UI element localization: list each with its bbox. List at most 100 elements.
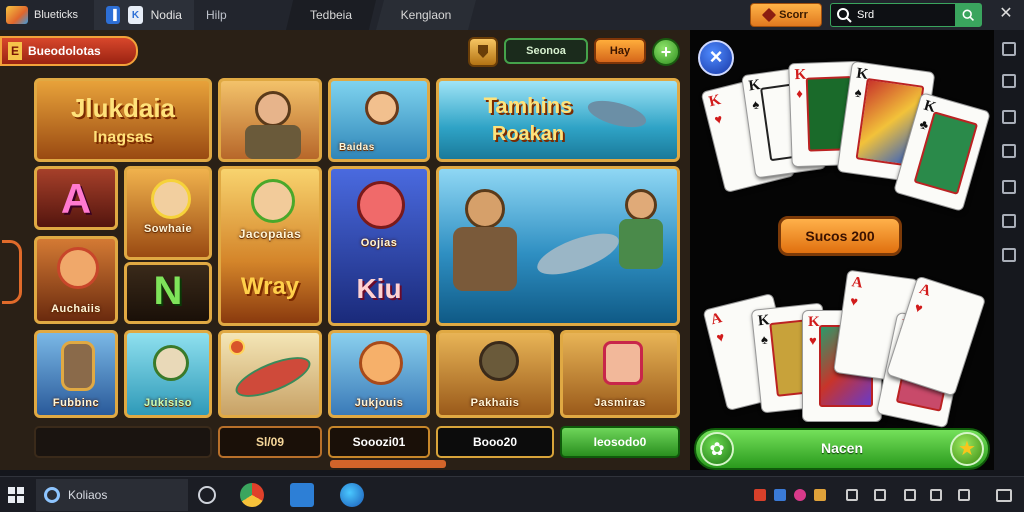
hay-button[interactable]: Hay	[594, 38, 646, 64]
season-button[interactable]: Seonoa	[504, 38, 588, 64]
card-suit: ♥	[712, 111, 724, 128]
taskbar: Koliaos	[0, 476, 1024, 512]
tray-app-icon[interactable]	[754, 489, 766, 501]
search-go-icon	[962, 9, 974, 21]
tab-hilp[interactable]: Hilp	[194, 0, 286, 30]
game-tile-14[interactable]	[218, 330, 322, 418]
game-tile-15[interactable]: Jukjouis	[328, 330, 430, 418]
chrome-icon[interactable]	[240, 483, 264, 507]
bottom-slot-5[interactable]: Ieosodo0	[560, 426, 680, 458]
game-tile-5[interactable]: A	[34, 166, 118, 230]
game-tile-4[interactable]: Tamhins Roakan	[436, 78, 680, 162]
keyboard-icon[interactable]	[1002, 110, 1016, 124]
tray-app-icon[interactable]	[814, 489, 826, 501]
game-tile-9[interactable]	[436, 166, 680, 326]
bottom-slot-4[interactable]: Booo20	[436, 426, 554, 458]
gem-icon	[762, 7, 777, 23]
game-tile-17[interactable]: Jasmiras	[560, 330, 680, 418]
character-art	[153, 345, 189, 381]
menu-e-icon: E	[8, 42, 22, 60]
side-toolbar	[994, 30, 1024, 470]
task-view-icon[interactable]	[198, 486, 216, 504]
character-art	[57, 247, 99, 289]
close-icon[interactable]: ×	[698, 40, 734, 76]
add-button[interactable]: +	[652, 38, 680, 66]
tab-label: Kenglaon	[400, 8, 452, 22]
screenshot-icon[interactable]	[1002, 144, 1016, 158]
tile-caption: Sowhaie	[143, 223, 193, 235]
character-art	[365, 91, 399, 125]
app-folder-icon[interactable]	[290, 483, 314, 507]
card-rank: A	[709, 310, 724, 329]
bottom-slot-3[interactable]: Sooozi01	[328, 426, 430, 458]
start-icon[interactable]	[8, 487, 24, 503]
card-suit: ♥	[849, 293, 859, 310]
card-rank: K	[747, 77, 762, 95]
tray-app-icon[interactable]	[774, 489, 786, 501]
edge-icon[interactable]	[340, 483, 364, 507]
cortana-icon	[44, 487, 60, 503]
card-rank: A	[917, 281, 933, 300]
score-button[interactable]: Scorr	[750, 3, 822, 27]
tab-nodia[interactable]: ▐ K Nodia	[94, 0, 194, 30]
taskbar-search-label: Koliaos	[68, 488, 108, 502]
tab-kenglaon[interactable]: Kenglaon	[376, 0, 476, 30]
star-icon[interactable]: ★	[950, 432, 984, 466]
card-suit: ♠	[853, 84, 863, 101]
bottom-slot-1[interactable]	[34, 426, 212, 458]
game-tile-2[interactable]	[218, 78, 322, 162]
tray-gift-icon[interactable]	[958, 489, 970, 501]
score-label: Scorr	[779, 9, 808, 21]
character-art	[479, 341, 519, 381]
tray-chat-icon[interactable]	[874, 489, 886, 501]
game-tile-13[interactable]: Jukisiso	[124, 330, 212, 418]
tile-subtitle: Kiu	[356, 273, 402, 304]
shield-button[interactable]	[468, 37, 498, 67]
tray-gamepad-icon[interactable]	[904, 489, 916, 501]
side-drawer-handle[interactable]	[2, 240, 22, 304]
card-suit: ♥	[809, 333, 817, 348]
game-tile-6[interactable]: Sowhaie	[124, 166, 212, 260]
card-suit: ♥	[912, 299, 925, 317]
gamepad-icon[interactable]	[1002, 180, 1016, 194]
tile-caption: Auchaiis	[51, 303, 101, 315]
search-submit-button[interactable]	[955, 4, 981, 26]
tab-tedbeia[interactable]: Tedbeia	[286, 0, 376, 30]
card-suit: ♥	[714, 329, 726, 346]
chart-tile-icon: K	[128, 6, 143, 24]
clover-icon[interactable]: ✿	[700, 432, 734, 466]
game-tab[interactable]: E Bueodolotas	[0, 36, 138, 66]
fish-art	[230, 349, 316, 405]
place-bet-bar[interactable]: ✿ Nacen ★	[694, 428, 990, 470]
character-art	[61, 341, 95, 391]
notification-icon[interactable]	[996, 489, 1012, 502]
search-input[interactable]	[857, 9, 957, 21]
rotate-icon[interactable]	[1002, 214, 1016, 228]
game-tile-8[interactable]: Oojias Kiu	[328, 166, 430, 326]
tray-settings-icon[interactable]	[930, 489, 942, 501]
bottom-slot-2[interactable]: Sl/09	[218, 426, 322, 458]
character-art	[255, 91, 291, 127]
search-icon	[837, 8, 852, 23]
expand-icon[interactable]	[1002, 42, 1016, 56]
character-body	[245, 125, 301, 159]
volume-icon[interactable]	[1002, 74, 1016, 88]
window-close-icon[interactable]: ✕	[998, 6, 1014, 22]
win-badge: Sucos 200	[778, 216, 902, 256]
tile-subtitle: Wray	[240, 273, 300, 300]
tile-caption: Jukisiso	[143, 397, 193, 409]
game-tile-12[interactable]: Fubbinc	[34, 330, 118, 418]
folder-icon[interactable]	[1002, 248, 1016, 262]
fisherman-art	[465, 189, 505, 229]
taskbar-search[interactable]: Koliaos	[36, 479, 188, 511]
game-tile-3[interactable]: Baidas	[328, 78, 430, 162]
game-tile-11[interactable]: N	[124, 262, 212, 324]
game-tile-16[interactable]: Pakhaiis	[436, 330, 554, 418]
tile-caption: Jukjouis	[354, 397, 404, 409]
app-logo-icon	[6, 6, 28, 24]
tray-network-icon[interactable]	[846, 489, 858, 501]
game-tile-10[interactable]: Auchaiis	[34, 236, 118, 324]
tray-app-icon[interactable]	[794, 489, 806, 501]
game-tile-7[interactable]: Jacopaias Wray	[218, 166, 322, 326]
game-tile-1[interactable]: Jlukdaia Inagsas	[34, 78, 212, 162]
